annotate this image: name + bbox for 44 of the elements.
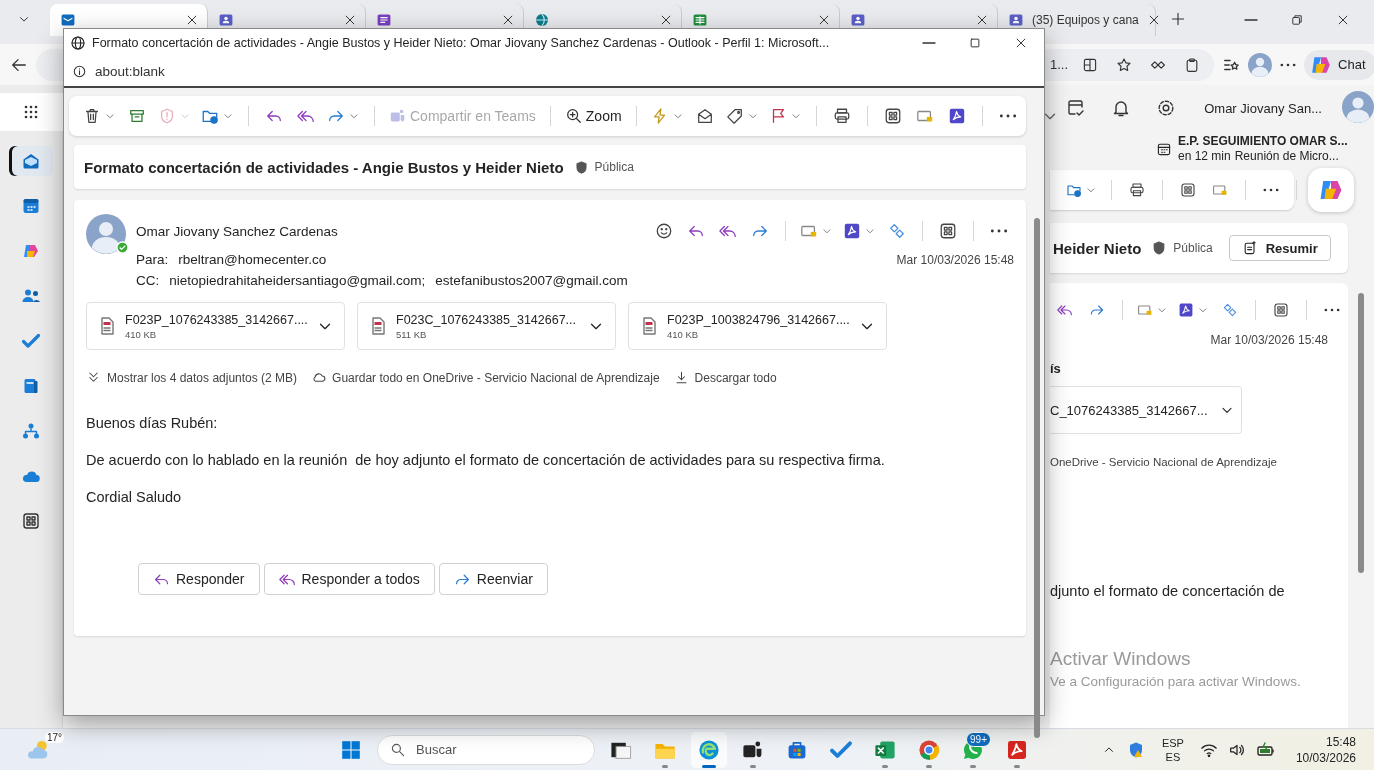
body-paragraph: De acuerdo con lo hablado en la reunión de hoy adjunto el formato de concertación de actividades para su respectiva firma. [86, 452, 886, 468]
count-badge: 99+ [966, 731, 991, 747]
window-title: Formato concertación de actividades - Angie Bustos y Heider Nieto: Omar Jiovany Sanchez Cardenas - Outlook - Perfil 1: Microsoft... [92, 35, 831, 50]
sensitivity-label: Pública [1173, 241, 1213, 255]
address-text: 1... [1050, 57, 1069, 72]
user-name: Omar Jiovany San... [1204, 100, 1322, 116]
recipient[interactable]: nietopiedrahitaheidersantiago@gmail.com; [169, 273, 426, 288]
cc-label: CC: [136, 273, 160, 288]
clock[interactable]: 15:48 10/03/2026 [1295, 733, 1356, 766]
text-fragment: ís [1050, 361, 1062, 376]
subject-text: Formato concertación de actividades - Angie Bustos y Heider Nieto [84, 158, 564, 176]
activation-text: Ve a Configuración para activar Windows. [1050, 674, 1301, 689]
forward-button[interactable]: Reenviar [438, 563, 548, 595]
chat-button[interactable]: Chat [1304, 49, 1374, 80]
subject-text: Heider Nieto [1053, 239, 1142, 257]
address-text: about:blank [95, 63, 165, 79]
save-link[interactable]: OneDrive - Servicio Nacional de Aprendizaje [1050, 456, 1348, 468]
reply-all-button[interactable]: Responder a todos [263, 563, 435, 595]
message-date: Mar 10/03/2026 15:48 [896, 252, 1014, 267]
attachment-card[interactable]: F023P_1076243385_3142667.... 410 KB [86, 302, 345, 350]
attachment-card[interactable]: F023C_1076243385_3142667... 511 KB [357, 302, 616, 350]
weather-widget[interactable]: 17° [25, 735, 333, 764]
body-paragraph: Buenos días Rubén: [86, 415, 219, 431]
attachment-action[interactable]: Descargar todo [673, 370, 777, 385]
language-indicator[interactable]: ESP ES [1161, 735, 1184, 764]
reply-button[interactable]: Responder [138, 563, 260, 595]
zoom-button[interactable]: Zoom [560, 101, 626, 131]
attachment-action[interactable]: Guardar todo en OneDrive - Servicio Nacional de Aprendizaje [311, 370, 660, 385]
attachment-card[interactable]: F023P_1003824796_3142667.... 410 KB [628, 302, 887, 350]
meeting-reminder[interactable]: E.P. SEGUIMIENTO OMAR S... en 12 min Reunión de Micro... [1178, 134, 1348, 164]
message-date: Mar 10/03/2026 15:48 [1210, 333, 1328, 347]
activation-title: Activar Windows [1050, 648, 1192, 670]
to-label: Para: [136, 252, 169, 267]
taskbar-app[interactable]: 99+ [955, 731, 991, 768]
sender-name: Omar Jiovany Sanchez Cardenas [136, 223, 338, 239]
summarize-button[interactable]: Resumir [1228, 235, 1331, 261]
body-text: djunto el formato de concertación de [1050, 583, 1286, 599]
search-field[interactable]: Buscar [377, 734, 595, 765]
recipient[interactable]: rbeltran@homecenter.co [178, 252, 327, 267]
sensitivity-label: Pública [594, 160, 634, 174]
recipient[interactable]: estefanibustos2007@gmail.com [435, 273, 628, 288]
body-paragraph: Cordial Saludo [86, 489, 183, 505]
attachment-action[interactable]: Mostrar los 4 datos adjuntos (2 MB) [86, 370, 298, 385]
attachment-card[interactable]: C_1076243385_3142667... [1050, 386, 1242, 434]
